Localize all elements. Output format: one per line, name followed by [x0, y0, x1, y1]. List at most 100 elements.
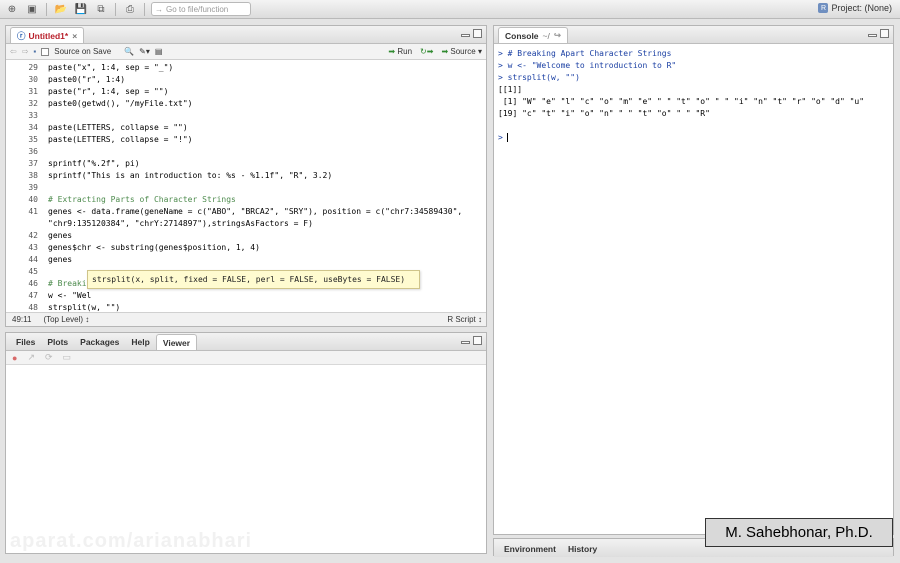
code-line: "chr9:135120384", "chrY:2714897"),string… [6, 218, 486, 230]
maximize-icon[interactable] [473, 336, 482, 345]
source-on-save-checkbox[interactable] [41, 47, 50, 56]
code-line: 35 paste(LETTERS, collapse = "!") [6, 134, 486, 146]
line-number: 31 [28, 87, 38, 96]
source-label: Source [450, 47, 476, 56]
back-arrow-icon[interactable]: ⇦ [10, 47, 17, 56]
code-line: 43 genes$chr <- substring(genes$position,… [6, 242, 486, 254]
line-number: 35 [28, 135, 38, 144]
minimize-icon[interactable] [461, 34, 470, 37]
line-number: 43 [28, 243, 38, 252]
line-number: 48 [28, 303, 38, 312]
forward-arrow-icon[interactable]: ⇨ [22, 47, 29, 56]
line-number: 37 [28, 159, 38, 168]
files-pane: Files Plots Packages Help Viewer ● ↗ ⟳ ▭ [5, 332, 487, 554]
console-tabbar: Console ~/ ↪ [494, 26, 893, 44]
line-content: "chr9:135120384", "chrY:2714897"),string… [48, 219, 313, 228]
open-file-icon[interactable]: 📂 [53, 2, 69, 16]
tab-plots[interactable]: Plots [41, 334, 74, 350]
scope-selector[interactable]: (Top Level) ↕ [43, 315, 89, 324]
line-number: 33 [28, 111, 38, 120]
goto-arrow-icon: → [155, 4, 163, 14]
save-icon[interactable]: ▪ [33, 47, 36, 56]
viewer-toolbar: ● ↗ ⟳ ▭ [6, 351, 486, 365]
code-line: 48 strsplit(w, "") [6, 302, 486, 312]
code-tools-icon[interactable]: ✎▾ [139, 47, 150, 56]
run-label: Run [397, 47, 413, 56]
editor-toolbar: ⇦ ⇨ ▪ Source on Save 🔍 ✎▾ ▤ ➡ Run ↻➡ ➡ S… [6, 44, 486, 60]
toolbar-divider [46, 2, 47, 16]
line-content: paste("x", 1:4, sep = "_") [48, 63, 174, 72]
console-line: [[1]] [498, 85, 523, 94]
line-content: strsplit(w, "") [48, 303, 121, 312]
line-number: 38 [28, 171, 38, 180]
code-line: 37 sprintf("%.2f", pi) [6, 158, 486, 170]
editor-window-controls [461, 29, 482, 38]
goto-placeholder: Go to file/function [166, 4, 229, 14]
goto-file-input[interactable]: → Go to file/function [151, 2, 251, 16]
toolbar-divider [115, 2, 116, 16]
tab-history[interactable]: History [562, 541, 603, 557]
rerun-icon[interactable]: ↻➡ [420, 47, 433, 56]
popout-icon[interactable]: ▭ [63, 352, 72, 363]
code-line: 34 paste(LETTERS, collapse = "") [6, 122, 486, 134]
tab-files[interactable]: Files [10, 334, 41, 350]
line-number: 40 [28, 195, 38, 204]
editor-tabbar: ⓡ Untitled1* × [6, 26, 486, 44]
console-window-controls [868, 29, 889, 38]
main-toolbar: ⊕ ▣ 📂 💾 ⧉ ⎙ → Go to file/function R Proj… [0, 0, 900, 19]
code-line: 31 paste("r", 1:4, sep = "") [6, 86, 486, 98]
maximize-icon[interactable] [880, 29, 889, 38]
refresh-icon[interactable]: ⟳ [45, 352, 53, 363]
search-icon[interactable]: 🔍 [124, 47, 134, 56]
line-number: 32 [28, 99, 38, 108]
line-number: 44 [28, 255, 38, 264]
close-tab-icon[interactable]: × [72, 31, 77, 41]
maximize-icon[interactable] [473, 29, 482, 38]
filetype-selector[interactable]: R Script ↕ [447, 315, 482, 324]
tab-packages[interactable]: Packages [74, 334, 125, 350]
goto-working-dir-icon[interactable]: ↪ [554, 30, 561, 41]
line-content: genes [48, 231, 73, 240]
line-number: 47 [28, 291, 38, 300]
console-path: ~/ [542, 30, 550, 41]
line-content: genes$chr <- substring(genes$position, 1… [48, 243, 260, 252]
project-menu[interactable]: R Project: (None) [818, 3, 892, 13]
files-tabbar: Files Plots Packages Help Viewer [6, 333, 486, 351]
console-tab-label: Console [505, 30, 539, 41]
open-project-icon[interactable]: ▣ [24, 2, 40, 16]
console-line: [1] "W" "e" "l" "c" "o" "m" "e" " " "t" … [498, 97, 865, 106]
line-number: 36 [28, 147, 38, 156]
line-content: paste("r", 1:4, sep = "") [48, 87, 169, 96]
tab-untitled1[interactable]: ⓡ Untitled1* × [10, 27, 85, 43]
clear-viewer-icon[interactable]: ● [12, 353, 17, 363]
print-icon[interactable]: ⎙ [122, 2, 138, 16]
tab-console[interactable]: Console ~/ ↪ [498, 27, 568, 43]
console-line: > # Breaking Apart Character Strings [498, 49, 672, 58]
source-button[interactable]: ➡ Source ▾ [441, 47, 482, 56]
cursor-position: 49:11 [12, 315, 32, 324]
console-output[interactable]: > # Breaking Apart Character Strings > w … [498, 48, 889, 144]
tab-viewer[interactable]: Viewer [155, 334, 198, 350]
line-number: 42 [28, 231, 38, 240]
minimize-icon[interactable] [868, 34, 877, 37]
tab-environment[interactable]: Environment [498, 541, 562, 557]
console-line: > w <- "Welcome to introduction to R" [498, 61, 677, 70]
line-content: paste(LETTERS, collapse = "!") [48, 135, 193, 144]
minimize-icon[interactable] [461, 341, 470, 344]
run-arrow-icon: ➡ [388, 47, 396, 56]
project-label: Project: (None) [831, 3, 892, 13]
watermark-text: aparat.com/arianabhari [10, 530, 253, 552]
files-window-controls [461, 336, 482, 345]
export-icon[interactable]: ↗ [27, 352, 35, 363]
run-button[interactable]: ➡ Run [388, 47, 412, 56]
new-file-icon[interactable]: ⊕ [4, 2, 20, 16]
console-cursor [506, 133, 508, 142]
code-line: 40 # Extracting Parts of Character String… [6, 194, 486, 206]
author-badge: M. Sahebhonar, Ph.D. [705, 518, 893, 547]
line-content: sprintf("%.2f", pi) [48, 159, 140, 168]
compile-report-icon[interactable]: ▤ [155, 47, 163, 56]
save-all-icon[interactable]: ⧉ [93, 2, 109, 16]
line-content: sprintf("This is an introduction to: %s … [48, 171, 333, 180]
tab-help[interactable]: Help [125, 334, 155, 350]
save-icon[interactable]: 💾 [73, 2, 89, 16]
